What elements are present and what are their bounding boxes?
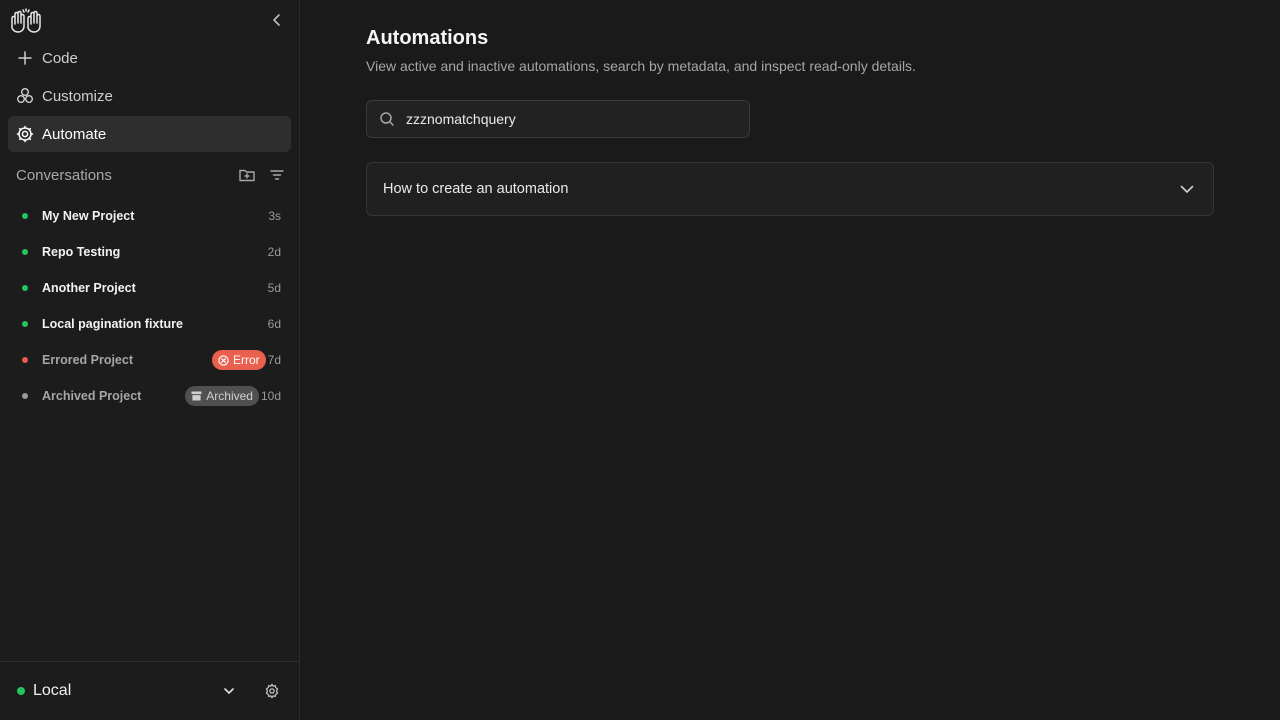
conversation-time: 10d xyxy=(260,389,281,403)
conversation-time: 2d xyxy=(267,245,281,259)
conversation-name: Repo Testing xyxy=(42,245,121,259)
conversation-time: 5d xyxy=(267,281,281,295)
conversation-time: 6d xyxy=(267,317,281,331)
chevron-left-icon xyxy=(273,14,280,26)
conversation-item[interactable]: Errored Project Error 7d xyxy=(8,342,291,378)
page-subtitle: View active and inactive automations, se… xyxy=(366,58,916,74)
conversation-name: My New Project xyxy=(42,209,135,223)
sidebar-footer: Local xyxy=(0,661,299,720)
conversation-item[interactable]: Repo Testing 2d xyxy=(8,234,291,270)
status-dot xyxy=(22,393,28,399)
error-badge: Error xyxy=(211,350,266,370)
conversation-item[interactable]: Local pagination fixture 6d xyxy=(8,306,291,342)
conversation-name: Local pagination fixture xyxy=(42,317,183,331)
conversation-item[interactable]: Archived Project Archived 10d xyxy=(8,378,291,414)
sidebar: Code Customize Automate Conversations My… xyxy=(0,0,300,720)
chevron-down-icon[interactable] xyxy=(1177,179,1197,199)
conversations-label: Conversations xyxy=(16,166,112,184)
plus-icon xyxy=(16,49,34,67)
how-to-create-automation-accordion[interactable]: How to create an automation xyxy=(366,162,1214,216)
conversation-time: 3s xyxy=(268,209,281,223)
search-icon xyxy=(378,110,396,128)
conversation-name: Errored Project xyxy=(42,353,134,367)
customize-icon xyxy=(16,87,34,105)
conversation-item[interactable]: My New Project 3s xyxy=(8,198,291,234)
search-input[interactable] xyxy=(406,111,726,127)
filter-icon[interactable] xyxy=(268,166,286,184)
chevron-down-icon[interactable] xyxy=(220,682,238,700)
conversation-name: Another Project xyxy=(42,281,136,295)
conversation-item[interactable]: Another Project 5d xyxy=(8,270,291,306)
badge-label: Error xyxy=(232,353,260,367)
archive-box-icon xyxy=(191,391,202,401)
environment-selector[interactable]: Local xyxy=(33,682,220,700)
archived-badge: Archived xyxy=(185,386,259,406)
error-circle-icon xyxy=(218,354,229,366)
page-title: Automations xyxy=(366,27,489,49)
settings-gear-icon[interactable] xyxy=(263,682,281,700)
nav-item-customize[interactable]: Customize xyxy=(8,78,291,114)
status-dot xyxy=(22,249,28,255)
nav-item-code[interactable]: Code xyxy=(8,40,291,76)
status-dot xyxy=(22,285,28,291)
nav-item-label: Code xyxy=(42,49,78,67)
accordion-title: How to create an automation xyxy=(383,181,569,197)
status-dot xyxy=(22,321,28,327)
nav-item-label: Automate xyxy=(42,125,107,143)
nav-item-automate[interactable]: Automate xyxy=(8,116,291,152)
search-box[interactable] xyxy=(366,100,750,138)
status-dot xyxy=(22,213,28,219)
environment-status-dot xyxy=(17,687,25,695)
status-dot xyxy=(22,357,28,363)
conversation-name: Archived Project xyxy=(42,389,142,403)
conversations-header: Conversations xyxy=(16,164,286,186)
new-folder-icon[interactable] xyxy=(238,166,256,184)
conversation-time: 7d xyxy=(267,353,281,367)
badge-label: Archived xyxy=(206,389,253,403)
main-content: Automations View active and inactive aut… xyxy=(300,0,1280,720)
gear-icon xyxy=(16,125,34,143)
collapse-sidebar-button[interactable] xyxy=(268,11,286,29)
nav-item-label: Customize xyxy=(42,87,113,105)
waving-hands-logo-icon xyxy=(8,8,44,34)
